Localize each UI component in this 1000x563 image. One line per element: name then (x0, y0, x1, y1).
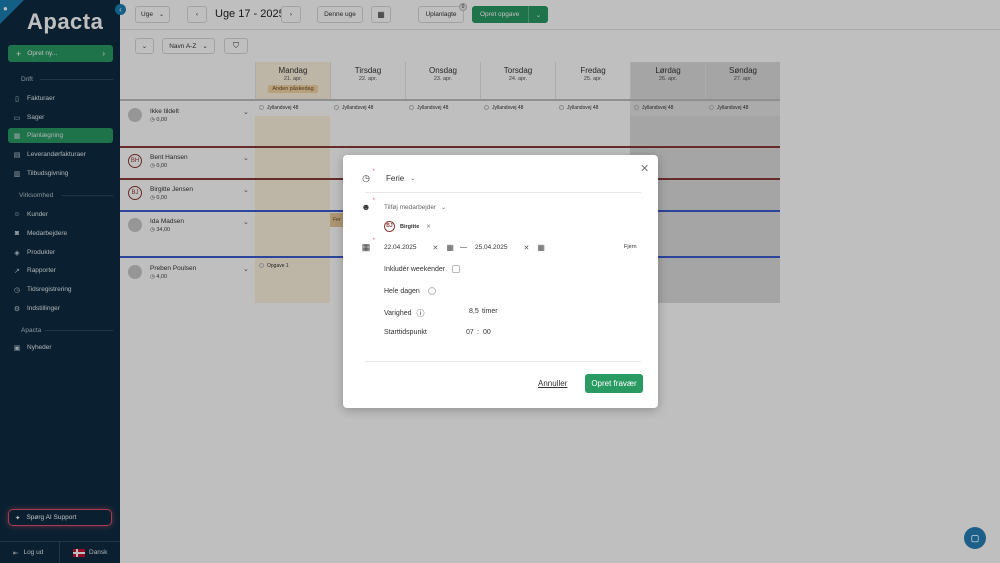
calendar-icon: ▦ (360, 238, 375, 253)
add-employee-select[interactable]: Tilføj medarbejder (384, 204, 436, 211)
duration-input[interactable]: 8,5 (469, 308, 479, 315)
absence-type-row: ◷ Ferie ⌄ (360, 169, 415, 184)
chevron-down-icon[interactable]: ⌄ (441, 204, 446, 211)
duration-unit: timer (482, 308, 498, 315)
users-icon: ☻ (360, 198, 375, 212)
remove-date-button[interactable]: Fjern (624, 244, 637, 250)
divider (365, 192, 641, 193)
include-weekends-label: Inkludér weekender (384, 265, 446, 273)
close-icon[interactable]: ✕ (640, 162, 649, 175)
clear-icon[interactable]: ✕ (433, 244, 439, 252)
employee-row: ☻ Tilføj medarbejder ⌄ (360, 198, 446, 212)
all-day-row: Hele dagen (384, 287, 436, 295)
absence-type-select[interactable]: Ferie (386, 174, 404, 183)
date-from-input[interactable]: 22.04.2025 (384, 244, 417, 251)
chip-name: Birgitte (400, 223, 420, 230)
divider (365, 361, 641, 362)
calendar-icon[interactable]: ▦ (446, 243, 454, 252)
avatar: BJ (384, 221, 395, 232)
chat-icon: ▢ (970, 532, 980, 543)
clock-icon: ◷ (360, 169, 375, 184)
info-icon[interactable]: ⓘ (417, 308, 425, 319)
start-hour-input[interactable]: 07 (466, 329, 474, 336)
duration-row: Varighed ⓘ (384, 308, 425, 319)
all-day-label: Hele dagen (384, 287, 420, 295)
date-separator: — (459, 244, 467, 251)
calendar-icon[interactable]: ▦ (537, 243, 545, 252)
start-minute-input[interactable]: 00 (483, 329, 491, 336)
absence-modal: ✕ ◷ Ferie ⌄ ☻ Tilføj medarbejder ⌄ BJ Bi… (343, 155, 658, 408)
chat-button[interactable]: ▢ (964, 527, 986, 549)
duration-label: Varighed (384, 310, 412, 317)
all-day-toggle[interactable] (427, 287, 436, 295)
employee-chip: BJ Birgitte ✕ (384, 221, 431, 232)
cancel-button[interactable]: Annuller (538, 379, 567, 388)
include-weekends-row: Inkludér weekender (384, 265, 461, 273)
create-absence-button[interactable]: Opret fravær (585, 374, 643, 393)
date-to-input[interactable]: 25.04.2025 (475, 244, 508, 251)
time-colon: : (477, 329, 479, 336)
start-time-label: Starttidspunkt (384, 329, 427, 336)
chevron-down-icon[interactable]: ⌄ (410, 175, 415, 182)
remove-chip-icon[interactable]: ✕ (426, 224, 431, 230)
include-weekends-checkbox[interactable] (452, 265, 461, 273)
date-range-row: ▦ 22.04.2025 ✕ ▦ — 25.04.2025 ✕ ▦ (360, 238, 545, 253)
start-time-row: Starttidspunkt (384, 329, 427, 336)
clear-icon[interactable]: ✕ (524, 244, 530, 252)
